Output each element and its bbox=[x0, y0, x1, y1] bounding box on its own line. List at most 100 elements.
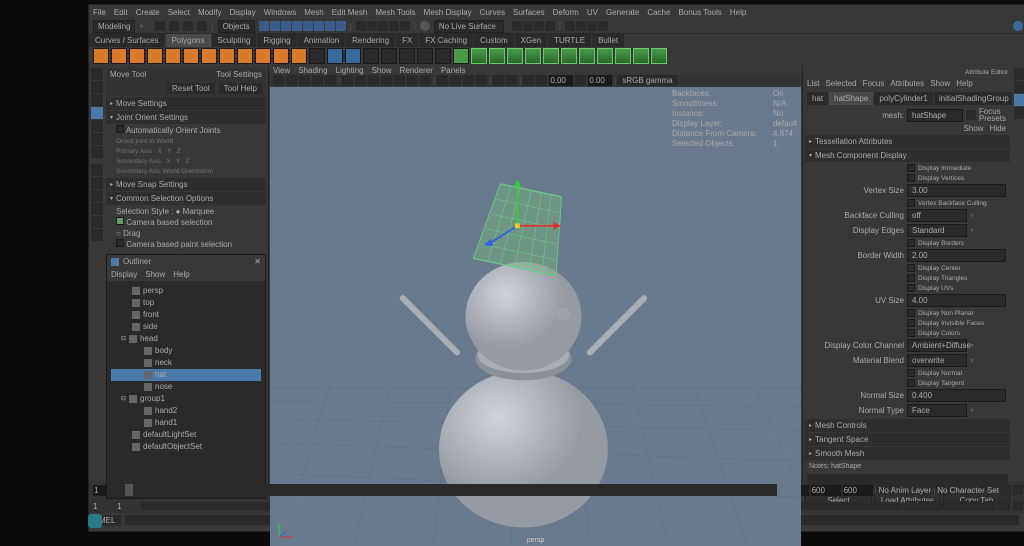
menu-file[interactable]: File bbox=[93, 8, 106, 17]
auto-orient-check[interactable]: Automatically Orient Joints bbox=[126, 126, 221, 135]
shelf-tab[interactable]: FX Caching bbox=[419, 34, 473, 47]
shelf-icon[interactable] bbox=[111, 48, 127, 64]
shelf-icon[interactable] bbox=[543, 48, 559, 64]
section-ctrl[interactable]: Mesh Controls bbox=[805, 419, 1010, 432]
attribute-row[interactable]: Display Borders bbox=[805, 238, 1010, 248]
account-icon[interactable] bbox=[1013, 21, 1023, 31]
shelf-icon[interactable] bbox=[201, 48, 217, 64]
autokey-icon[interactable] bbox=[999, 501, 1009, 511]
live-surface[interactable]: No Live Surface bbox=[434, 20, 504, 33]
outliner-menu[interactable]: Display bbox=[111, 270, 137, 279]
mask-icon[interactable] bbox=[314, 21, 324, 31]
outliner-tree[interactable]: persptopfrontside⊟headbodyneckhatnose⊟gr… bbox=[107, 281, 265, 457]
shelf-icon[interactable] bbox=[453, 48, 469, 64]
move-tool-icon[interactable] bbox=[91, 107, 103, 119]
menu-select[interactable]: Select bbox=[168, 8, 190, 17]
menu-deform[interactable]: Deform bbox=[553, 8, 579, 17]
select-tool-icon[interactable] bbox=[91, 68, 103, 80]
status-icon[interactable] bbox=[155, 21, 165, 31]
shelf-icon[interactable] bbox=[255, 48, 271, 64]
menu-meshdisplay[interactable]: Mesh Display bbox=[424, 8, 472, 17]
outliner-item[interactable]: persp bbox=[111, 285, 261, 297]
shelf-icon[interactable] bbox=[93, 48, 109, 64]
outliner-item[interactable]: hand2 bbox=[111, 405, 261, 417]
menu-edit[interactable]: Edit bbox=[114, 8, 128, 17]
channel-tab-icon[interactable] bbox=[1014, 107, 1024, 119]
outliner-menu[interactable]: Show bbox=[145, 270, 165, 279]
menu-meshtools[interactable]: Mesh Tools bbox=[375, 8, 415, 17]
attribute-row[interactable]: Display Normal bbox=[805, 368, 1010, 378]
shelf-icon[interactable] bbox=[381, 48, 397, 64]
shelf-icon[interactable] bbox=[489, 48, 505, 64]
gamma-input[interactable]: 0.00 bbox=[588, 75, 612, 86]
attribute-row[interactable]: Display Color ChannelAmbient+Diffuse▾ bbox=[805, 338, 1010, 353]
ae-tab[interactable]: List bbox=[807, 79, 819, 88]
snap-icon[interactable] bbox=[400, 21, 410, 31]
layout-icon[interactable] bbox=[91, 229, 103, 241]
presets-btn[interactable]: Presets bbox=[979, 115, 1006, 122]
viewport-3d[interactable]: Backfaces:OnSmoothness:N/AInstance:NoDis… bbox=[270, 87, 801, 546]
render-icon[interactable] bbox=[587, 21, 597, 31]
node-tab[interactable]: polyCylinder1 bbox=[874, 92, 932, 105]
shelf-tab[interactable]: Animation bbox=[298, 34, 346, 47]
shelf-tab[interactable]: FX bbox=[396, 34, 418, 47]
vp-tool-icon[interactable] bbox=[286, 75, 297, 86]
shelf-icon[interactable] bbox=[417, 48, 433, 64]
section-snap[interactable]: Move Snap Settings bbox=[106, 178, 266, 191]
shelf-icon[interactable] bbox=[525, 48, 541, 64]
shelf-tab[interactable]: Bullet bbox=[592, 34, 624, 47]
outliner-item[interactable]: ⊟head bbox=[111, 333, 261, 345]
tool-help-button[interactable]: Tool Help bbox=[219, 83, 262, 94]
attribute-row[interactable]: Normal Size0.400 bbox=[805, 388, 1010, 403]
menu-editmesh[interactable]: Edit Mesh bbox=[332, 8, 368, 17]
ae-tab[interactable]: Focus bbox=[863, 79, 885, 88]
outliner-item[interactable]: nose bbox=[111, 381, 261, 393]
paint-tool-icon[interactable] bbox=[91, 94, 103, 106]
playback-end-icon[interactable] bbox=[983, 501, 995, 511]
playback-fwd-icon[interactable] bbox=[970, 501, 982, 511]
shelf-tab[interactable]: Rigging bbox=[257, 34, 296, 47]
vp-tool-icon[interactable] bbox=[536, 75, 547, 86]
vp-tool-icon[interactable] bbox=[325, 75, 336, 86]
gamma-dropdown[interactable]: sRGB gamma bbox=[618, 75, 676, 86]
vp-tool-icon[interactable] bbox=[312, 75, 323, 86]
layout-icon[interactable] bbox=[91, 177, 103, 189]
playback-play-icon[interactable] bbox=[944, 501, 956, 511]
shelf-icon[interactable] bbox=[345, 48, 361, 64]
attribute-row[interactable]: Display Center bbox=[805, 263, 1010, 273]
playback-step-icon[interactable] bbox=[957, 501, 969, 511]
close-icon[interactable]: ✕ bbox=[254, 257, 261, 266]
shelf-icon[interactable] bbox=[327, 48, 343, 64]
shelf-icon[interactable] bbox=[597, 48, 613, 64]
attribute-row[interactable]: Display Non Planar bbox=[805, 308, 1010, 318]
channel-tab-icon[interactable] bbox=[1014, 94, 1024, 106]
render-icon[interactable] bbox=[576, 21, 586, 31]
vp-tool-icon[interactable] bbox=[437, 75, 448, 86]
render-icon[interactable] bbox=[598, 21, 608, 31]
attribute-row[interactable]: Vertex Size3.00 bbox=[805, 183, 1010, 198]
menu-curves[interactable]: Curves bbox=[480, 8, 505, 17]
menu-create[interactable]: Create bbox=[136, 8, 160, 17]
shelf-icon[interactable] bbox=[579, 48, 595, 64]
section-smooth[interactable]: Smooth Mesh bbox=[805, 447, 1010, 460]
presets-icon[interactable] bbox=[966, 110, 976, 120]
mask-icon[interactable] bbox=[336, 21, 346, 31]
vp-tool-icon[interactable] bbox=[299, 75, 310, 86]
vp-menu[interactable]: Show bbox=[372, 66, 392, 75]
mask-icon[interactable] bbox=[259, 21, 269, 31]
attribute-row[interactable]: Display Invisible Faces bbox=[805, 318, 1010, 328]
section-tan[interactable]: Tangent Space bbox=[805, 433, 1010, 446]
vp-tool-icon[interactable] bbox=[575, 75, 586, 86]
shelf-tab[interactable]: Curves / Surfaces bbox=[89, 34, 165, 47]
construction-icon[interactable] bbox=[512, 21, 522, 31]
scale-tool-icon[interactable] bbox=[91, 133, 103, 145]
section-comp[interactable]: Mesh Component Display bbox=[805, 149, 1010, 162]
shelf-icon[interactable] bbox=[129, 48, 145, 64]
playback-back-icon[interactable] bbox=[918, 501, 930, 511]
anim-layer-dropdown[interactable]: No Anim Layer bbox=[879, 486, 931, 495]
vp-tool-icon[interactable] bbox=[342, 75, 353, 86]
attribute-row[interactable]: Display EdgesStandard▾ bbox=[805, 223, 1010, 238]
outliner-item[interactable]: body bbox=[111, 345, 261, 357]
layout-icon[interactable] bbox=[91, 216, 103, 228]
lasso-tool-icon[interactable] bbox=[91, 81, 103, 93]
